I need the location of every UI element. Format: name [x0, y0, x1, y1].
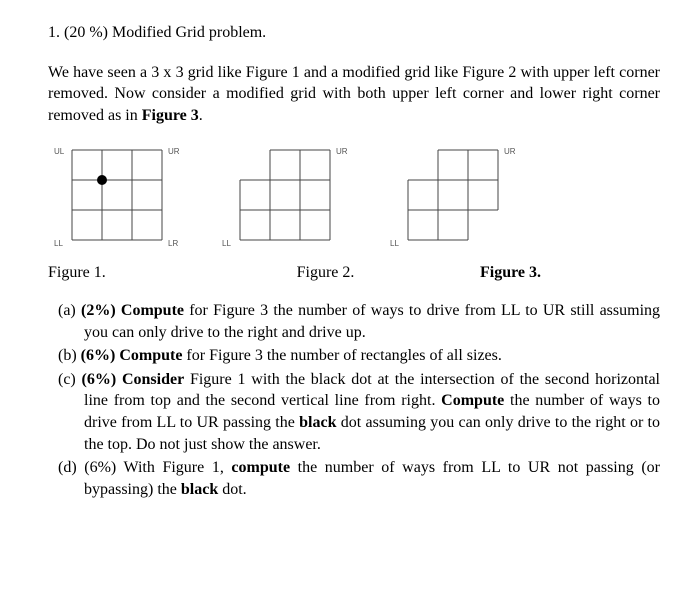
figure-1: UL UR LL LR	[48, 140, 198, 252]
part-b: (b) (6%) Compute for Figure 3 the number…	[48, 345, 660, 367]
intro-paragraph: We have seen a 3 x 3 grid like Figure 1 …	[48, 62, 660, 127]
part-d: (d) (6%) With Figure 1, compute the numb…	[48, 457, 660, 500]
part-a: (a) (2%) Compute for Figure 3 the number…	[48, 300, 660, 343]
label-ur: UR	[504, 147, 516, 156]
figure-3-svg: UR LL	[384, 140, 534, 252]
figure-1-caption: Figure 1.	[48, 262, 233, 284]
label-ur: UR	[336, 147, 348, 156]
label-ll: LL	[222, 239, 231, 248]
label-ll: LL	[390, 239, 399, 248]
parts-list: (a) (2%) Compute for Figure 3 the number…	[48, 300, 660, 500]
figure-3-caption: Figure 3.	[418, 262, 603, 284]
figure-1-svg: UL UR LL LR	[48, 140, 198, 252]
figure-2: UR LL	[216, 140, 366, 252]
label-lr: LR	[168, 239, 178, 248]
black-dot-icon	[97, 175, 107, 185]
problem-title: 1. (20 %) Modified Grid problem.	[48, 22, 660, 44]
part-c: (c) (6%) Consider Figure 1 with the blac…	[48, 369, 660, 455]
figure-2-svg: UR LL	[216, 140, 366, 252]
figure-2-caption: Figure 2.	[233, 262, 418, 284]
figure-caption-row: Figure 1. Figure 2. Figure 3.	[48, 262, 660, 284]
label-ll: LL	[54, 239, 63, 248]
label-ul: UL	[54, 147, 65, 156]
figures-row: UL UR LL LR	[48, 140, 660, 252]
label-ur: UR	[168, 147, 180, 156]
figure-3: UR LL	[384, 140, 534, 252]
